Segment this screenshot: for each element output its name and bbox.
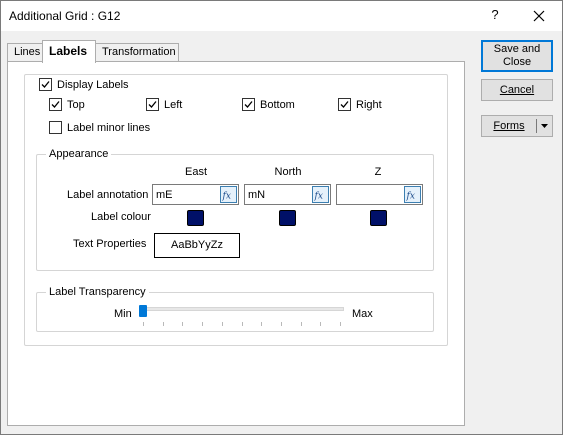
dialog-window: Additional Grid : G12 ? Lines Labels Tra…: [0, 0, 563, 435]
checkbox-box: [242, 98, 255, 111]
slider-tick: [143, 322, 144, 326]
tab-labels[interactable]: Labels: [42, 40, 96, 63]
bottom-checkbox[interactable]: Bottom: [242, 98, 295, 111]
minor-lines-checkbox[interactable]: Label minor lines: [49, 121, 150, 134]
east-annotation-field: fx: [152, 184, 239, 205]
checkbox-box: [49, 121, 62, 134]
top-checkbox[interactable]: Top: [49, 98, 85, 111]
label-annotation-label: Label annotation: [67, 189, 149, 201]
top-label: Top: [67, 98, 85, 111]
slider-tick: [221, 322, 223, 326]
label-colour-label: Label colour: [91, 211, 151, 223]
east-annotation-input[interactable]: [156, 188, 216, 202]
chevron-down-icon[interactable]: [540, 116, 550, 143]
transparency-slider-thumb[interactable]: [139, 305, 147, 317]
label-transparency-title: Label Transparency: [46, 286, 149, 298]
z-colour-swatch[interactable]: [370, 210, 387, 226]
right-label: Right: [356, 98, 382, 111]
cancel-button[interactable]: Cancel: [481, 79, 553, 101]
bottom-label: Bottom: [260, 98, 295, 111]
label-transparency-group: Label Transparency: [36, 286, 434, 332]
fx-expression-icon[interactable]: fx: [404, 186, 421, 203]
tab-lines[interactable]: Lines: [7, 43, 43, 62]
checkbox-box: [39, 78, 52, 91]
svg-text:fx: fx: [406, 192, 415, 202]
close-icon[interactable]: [527, 6, 551, 26]
north-header: North: [274, 166, 302, 178]
tab-transformation[interactable]: Transformation: [95, 43, 179, 62]
forms-separator: [536, 119, 537, 133]
text-properties-label: Text Properties: [73, 238, 147, 250]
left-label: Left: [164, 98, 183, 111]
slider-tick: [241, 322, 243, 326]
slider-max-label: Max: [352, 308, 373, 320]
z-annotation-input[interactable]: [340, 188, 400, 202]
slider-tick: [280, 322, 282, 326]
svg-text:fx: fx: [222, 192, 231, 202]
display-labels-checkbox[interactable]: Display Labels: [37, 78, 132, 91]
checkbox-box: [338, 98, 351, 111]
transparency-slider-track[interactable]: [139, 307, 344, 311]
slider-tick: [261, 322, 263, 326]
svg-text:fx: fx: [314, 192, 323, 202]
forms-label: Forms: [493, 120, 525, 132]
fx-expression-icon[interactable]: fx: [312, 186, 329, 203]
slider-tick: [320, 322, 322, 326]
slider-tick: [182, 322, 184, 326]
slider-min-label: Min: [114, 308, 132, 320]
north-annotation-input[interactable]: [248, 188, 308, 202]
left-checkbox[interactable]: Left: [146, 98, 182, 111]
slider-tick: [300, 322, 302, 326]
text-properties-button[interactable]: AaBbYyZz: [154, 233, 240, 258]
north-colour-swatch[interactable]: [279, 210, 296, 226]
appearance-title: Appearance: [46, 148, 112, 160]
forms-button[interactable]: Forms: [481, 115, 553, 137]
fx-expression-icon[interactable]: fx: [220, 186, 237, 203]
east-colour-swatch[interactable]: [187, 210, 204, 226]
slider-tick: [202, 322, 204, 326]
cancel-label: Cancel: [499, 84, 535, 96]
east-header: East: [184, 166, 207, 178]
north-annotation-field: fx: [244, 184, 331, 205]
save-and-close-button[interactable]: Save and Close: [481, 40, 553, 72]
z-header: Z: [374, 166, 382, 178]
z-annotation-field: fx: [336, 184, 423, 205]
window-title: Additional Grid : G12: [9, 9, 121, 23]
checkbox-box: [49, 98, 62, 111]
checkbox-box: [146, 98, 159, 111]
minor-lines-label: Label minor lines: [67, 121, 151, 134]
help-button[interactable]: ?: [485, 7, 505, 25]
labels-tab-panel: Display Labels Top Left Bottom Right Lab…: [7, 61, 465, 426]
right-checkbox[interactable]: Right: [338, 98, 382, 111]
slider-tick: [340, 322, 341, 326]
slider-tick: [162, 322, 164, 326]
title-bar: Additional Grid : G12 ?: [1, 1, 562, 31]
display-labels-label: Display Labels: [57, 78, 129, 91]
